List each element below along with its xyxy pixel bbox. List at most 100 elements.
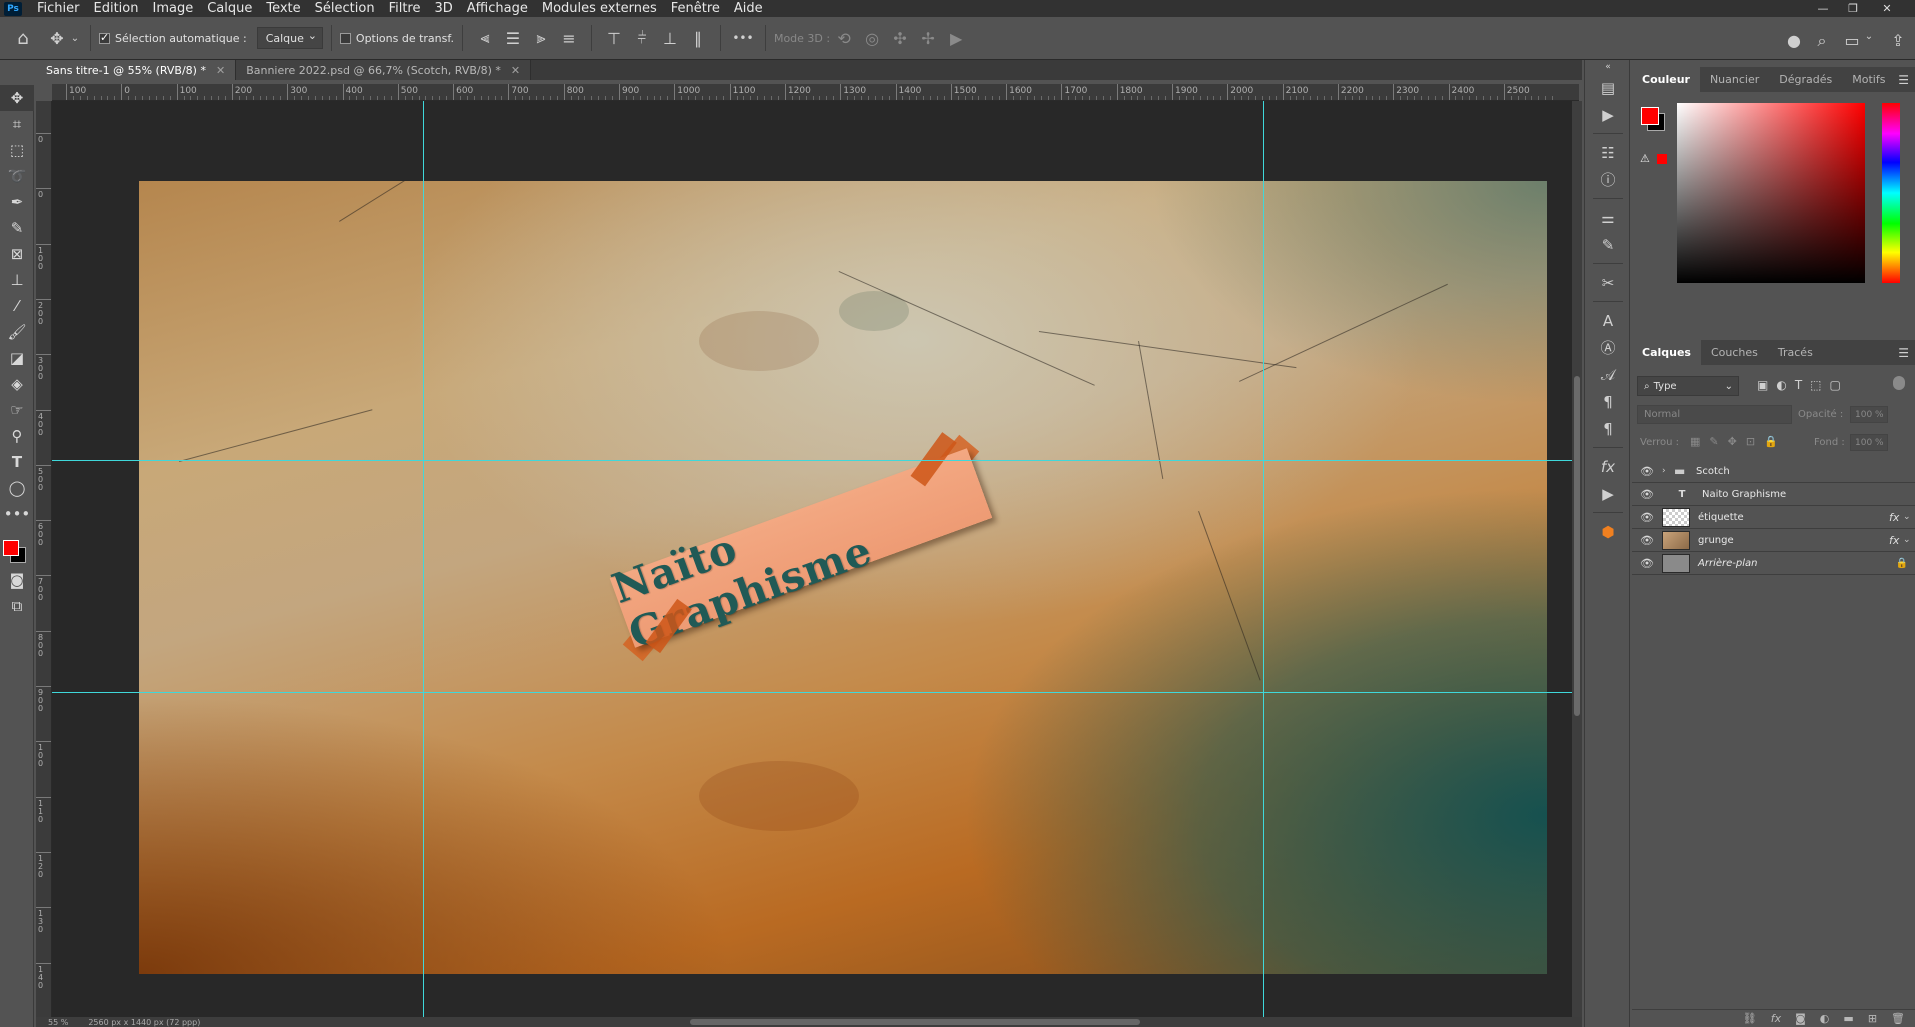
adjustments-icon[interactable]: ⚌ <box>1585 204 1631 231</box>
lock-all-icon[interactable]: 🔒 <box>1764 435 1778 448</box>
tab-motifs[interactable]: Motifs <box>1842 67 1895 92</box>
filter-pixel-icon[interactable]: ▣ <box>1757 378 1768 392</box>
stamp-tool-icon[interactable]: ⊥ <box>0 267 34 293</box>
close-icon[interactable]: ✕ <box>511 64 520 77</box>
character-icon[interactable]: A <box>1585 307 1631 334</box>
marquee-tool-icon[interactable]: ⬚ <box>0 137 34 163</box>
type-tool-icon[interactable]: T <box>0 449 34 475</box>
gamut-warning-icon[interactable]: ⚠ <box>1640 152 1650 165</box>
hue-slider[interactable] <box>1882 103 1900 283</box>
lock-position-icon[interactable]: ✥ <box>1728 435 1737 448</box>
properties-icon[interactable]: ☷ <box>1585 139 1631 166</box>
guide-vertical[interactable] <box>1263 101 1264 1017</box>
chevron-down-icon[interactable]: ⌄ <box>1862 31 1876 42</box>
slide-3d-icon[interactable]: ✢ <box>914 29 942 48</box>
align-bottom-icon[interactable]: ⊥ <box>656 29 684 48</box>
camera-3d-icon[interactable]: ▶ <box>942 29 970 48</box>
brush-settings-icon[interactable]: ✎ <box>1585 231 1631 258</box>
color-swatches[interactable] <box>0 527 34 567</box>
chevron-down-icon[interactable]: ⌄ <box>1903 512 1915 522</box>
vertical-scrollbar[interactable] <box>1572 101 1582 1017</box>
layer-row-naito-graphisme[interactable]: 👁 T Naito Graphisme <box>1632 483 1915 506</box>
frame-tool-icon[interactable]: ⊠ <box>0 241 34 267</box>
add-style-icon[interactable]: fx <box>1771 1012 1781 1025</box>
timeline-icon[interactable]: ▶ <box>1585 480 1631 507</box>
tool-presets-icon[interactable]: ✂ <box>1585 269 1631 296</box>
styles-fx-icon[interactable]: fx <box>1585 453 1631 480</box>
history-icon[interactable]: ▤ <box>1585 74 1631 101</box>
panel-menu-icon[interactable]: ☰ <box>1898 346 1909 360</box>
auto-select-target-select[interactable]: Calque <box>256 27 323 49</box>
tab-banniere-2022[interactable]: Banniere 2022.psd @ 66,7% (Scotch, RVB/8… <box>236 60 532 80</box>
label-group[interactable]: Naïto Graphisme <box>606 432 993 662</box>
tab-couleur[interactable]: Couleur <box>1632 67 1700 92</box>
scrollbar-thumb[interactable] <box>1574 376 1580 716</box>
align-left-icon[interactable]: ⫷ <box>471 28 499 48</box>
document-canvas[interactable]: Naïto Graphisme <box>139 181 1547 974</box>
trash-icon[interactable]: 🗑 <box>1891 1012 1905 1025</box>
auto-select-checkbox[interactable]: Sélection automatique : <box>99 31 247 45</box>
filter-adjustment-icon[interactable]: ◐ <box>1776 378 1786 392</box>
bucket-tool-icon[interactable]: ◈ <box>0 371 34 397</box>
menu-modules-externes[interactable]: Modules externes <box>535 1 664 16</box>
checkbox-box[interactable] <box>339 32 351 44</box>
menu-3d[interactable]: 3D <box>428 1 460 16</box>
smudge-tool-icon[interactable]: ☞ <box>0 397 34 423</box>
fill-field[interactable]: 100 % <box>1850 434 1888 451</box>
layer-row-scotch[interactable]: 👁 › ▬ Scotch <box>1632 460 1915 483</box>
menu-image[interactable]: Image <box>145 1 200 16</box>
saturation-value-picker[interactable] <box>1677 103 1865 283</box>
info-icon[interactable]: ⓘ <box>1585 166 1631 193</box>
tab-couches[interactable]: Couches <box>1701 340 1768 365</box>
menu-affichage[interactable]: Affichage <box>460 1 535 16</box>
foreground-color-swatch[interactable] <box>3 540 19 556</box>
more-options-icon[interactable]: ••• <box>729 31 757 45</box>
collapse-icon[interactable]: « <box>1585 60 1631 74</box>
brush-tool-icon[interactable]: 🖌 <box>0 319 34 345</box>
menu-fenetre[interactable]: Fenêtre <box>664 1 727 16</box>
lock-pixels-icon[interactable]: ✎ <box>1709 435 1718 448</box>
screen-mode-icon[interactable]: ⧉ <box>0 593 34 619</box>
layer-row-etiquette[interactable]: 👁 étiquette fx ⌄ <box>1632 506 1915 529</box>
tab-traces[interactable]: Tracés <box>1768 340 1823 365</box>
blend-mode-select[interactable]: Normal <box>1637 405 1792 424</box>
fx-icon[interactable]: fx <box>1889 511 1903 524</box>
new-adjustment-icon[interactable]: ◐ <box>1820 1012 1830 1025</box>
character-styles-icon[interactable]: Ⓐ <box>1585 334 1631 361</box>
layer-row-grunge[interactable]: 👁 grunge fx ⌄ <box>1632 529 1915 552</box>
menu-texte[interactable]: Texte <box>259 1 307 16</box>
align-right-icon[interactable]: ⫸ <box>527 28 555 48</box>
tab-nuancier[interactable]: Nuancier <box>1700 67 1769 92</box>
quick-mask-icon[interactable]: ◙ <box>0 567 34 593</box>
menu-filtre[interactable]: Filtre <box>382 1 428 16</box>
filter-smart-icon[interactable]: ▢ <box>1830 378 1841 392</box>
tab-degrades[interactable]: Dégradés <box>1769 67 1842 92</box>
close-icon[interactable]: ✕ <box>216 64 225 77</box>
glyphs-icon[interactable]: 𝒜 <box>1585 361 1631 388</box>
share-icon[interactable]: ⇪ <box>1884 31 1912 50</box>
paragraph-icon[interactable]: ¶ <box>1585 388 1631 415</box>
tab-calques[interactable]: Calques <box>1632 340 1701 365</box>
lock-transparent-icon[interactable]: ▦ <box>1690 435 1700 448</box>
menu-fichier[interactable]: Fichier <box>30 1 87 16</box>
dodge-tool-icon[interactable]: ⚲ <box>0 423 34 449</box>
foreground-color-swatch[interactable] <box>1641 107 1659 125</box>
shape-tool-icon[interactable]: ◯ <box>0 475 34 501</box>
restore-icon[interactable]: ❐ <box>1840 0 1866 17</box>
link-layers-icon[interactable]: ⛓ <box>1743 1012 1757 1025</box>
panel-menu-icon[interactable]: ☰ <box>1898 73 1909 87</box>
chevron-right-icon[interactable]: › <box>1662 466 1674 476</box>
quick-select-tool-icon[interactable]: ✎ <box>0 215 34 241</box>
paragraph-styles-icon[interactable]: ¶ <box>1585 415 1631 442</box>
menu-aide[interactable]: Aide <box>727 1 770 16</box>
more-tools-icon[interactable]: ••• <box>0 501 34 527</box>
menu-selection[interactable]: Sélection <box>308 1 382 16</box>
eye-icon[interactable]: 👁 <box>1632 534 1662 547</box>
add-mask-icon[interactable]: ◙ <box>1795 1012 1806 1025</box>
canvas-area[interactable]: Naïto Graphisme <box>52 101 1579 1017</box>
align-top-icon[interactable]: ⊤ <box>600 29 628 48</box>
account-icon[interactable]: ● <box>1780 31 1808 50</box>
new-group-icon[interactable]: ▬ <box>1843 1012 1853 1025</box>
gamut-swatch[interactable] <box>1657 154 1667 164</box>
actions-icon[interactable]: ▶ <box>1585 101 1631 128</box>
